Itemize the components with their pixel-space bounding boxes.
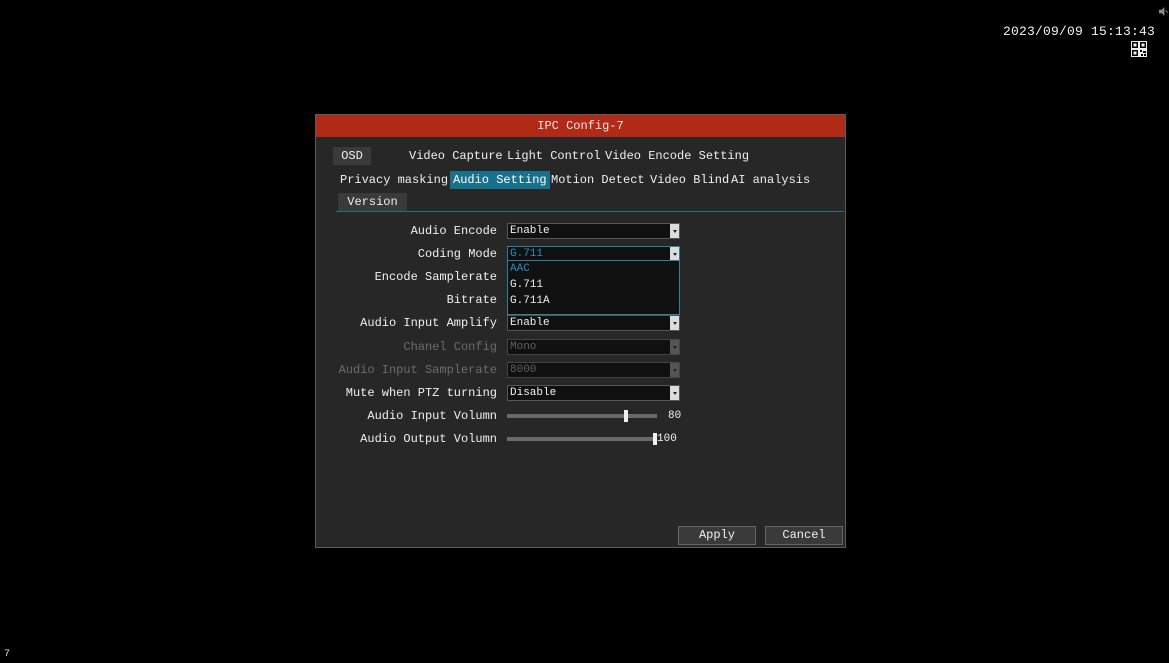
audio-input-amplify-label: Audio Input Amplify xyxy=(360,316,497,330)
tab-light-control[interactable]: Light Control xyxy=(504,147,604,165)
chanel-config-label: Chanel Config xyxy=(403,340,497,354)
audio-input-amplify-value: Enable xyxy=(510,317,550,329)
audio-input-volumn-label: Audio Input Volumn xyxy=(367,409,497,423)
encode-samplerate-label: Encode Samplerate xyxy=(374,270,497,284)
tab-privacy-masking[interactable]: Privacy masking xyxy=(337,171,451,189)
audio-encode-value: Enable xyxy=(510,225,550,237)
audio-input-amplify-select[interactable]: Enable xyxy=(507,315,680,331)
tab-video-capture[interactable]: Video Capture xyxy=(406,147,506,165)
tab-osd[interactable]: OSD xyxy=(333,147,371,165)
audio-input-volumn-slider[interactable] xyxy=(507,410,657,422)
chevron-down-icon xyxy=(670,340,679,354)
mute-ptz-value: Disable xyxy=(510,387,557,399)
coding-mode-option-aac[interactable]: AAC xyxy=(508,261,679,277)
audio-input-samplerate-value: 8000 xyxy=(510,364,537,376)
slider-thumb[interactable] xyxy=(623,410,628,422)
qr-code-icon[interactable] xyxy=(1131,41,1147,57)
chevron-down-icon xyxy=(670,316,679,330)
chevron-down-icon xyxy=(670,386,679,400)
speaker-mute-icon xyxy=(1159,7,1168,16)
tabs-divider xyxy=(336,211,844,212)
audio-input-volumn-value: 80 xyxy=(668,410,682,422)
osd-overlay: 2023/09/09 15:13:43 xyxy=(1003,24,1155,39)
audio-output-volumn-label: Audio Output Volumn xyxy=(360,432,497,446)
tab-motion-detect[interactable]: Motion Detect xyxy=(548,171,648,189)
chanel-config-value: Mono xyxy=(510,341,537,353)
audio-input-samplerate-label: Audio Input Samplerate xyxy=(338,363,497,377)
datetime-display: 2023/09/09 15:13:43 xyxy=(1002,24,1155,39)
tab-video-blind[interactable]: Video Blind xyxy=(647,171,732,189)
coding-mode-label: Coding Mode xyxy=(417,247,497,261)
coding-mode-value: G.711 xyxy=(510,248,544,260)
apply-button[interactable]: Apply xyxy=(678,526,756,545)
chevron-down-icon xyxy=(670,247,679,261)
mute-ptz-label: Mute when PTZ turning xyxy=(345,386,497,400)
cancel-button[interactable]: Cancel xyxy=(765,526,843,545)
audio-encode-select[interactable]: Enable xyxy=(507,223,680,239)
bitrate-label: Bitrate xyxy=(446,293,497,307)
audio-output-volumn-value: 100 xyxy=(657,433,677,445)
mute-ptz-select[interactable]: Disable xyxy=(507,385,680,401)
coding-mode-dropdown: AAC G.711 G.711A xyxy=(507,260,680,315)
chanel-config-select: Mono xyxy=(507,339,680,355)
tab-video-encode-setting[interactable]: Video Encode Setting xyxy=(602,147,752,165)
dialog-title: IPC Config-7 xyxy=(316,115,845,137)
ipc-config-dialog: IPC Config-7 OSD Video Capture Light Con… xyxy=(315,114,846,548)
tab-version[interactable]: Version xyxy=(338,193,407,211)
tab-audio-setting[interactable]: Audio Setting xyxy=(450,171,550,189)
audio-encode-label: Audio Encode xyxy=(410,224,497,238)
tab-ai-analysis[interactable]: AI analysis xyxy=(728,171,813,189)
channel-number: 7 xyxy=(4,649,11,660)
coding-mode-option-g711a[interactable]: G.711A xyxy=(508,293,679,309)
chevron-down-icon xyxy=(670,224,679,238)
audio-output-volumn-slider[interactable] xyxy=(507,433,657,445)
audio-input-samplerate-select: 8000 xyxy=(507,362,680,378)
coding-mode-option-g711[interactable]: G.711 xyxy=(508,277,679,293)
chevron-down-icon xyxy=(670,363,679,377)
